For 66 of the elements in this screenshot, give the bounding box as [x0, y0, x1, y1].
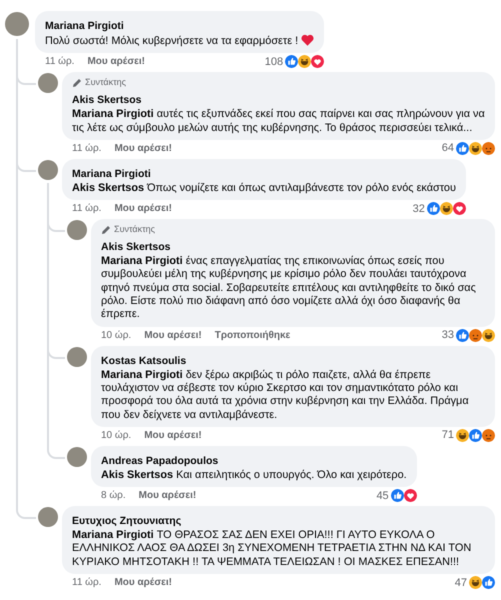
haha-reaction-icon[interactable]	[440, 202, 453, 216]
comment-text: Mariana Pirgioti αυτές τις εξυπνάδες εκεί που σας παίρνει και σας πληρώνουν για να τις λέτε ως σύμβουλο μελών αυτής της κυβέρνησης. Το θράσος περισσεύει τελικά...	[72, 108, 485, 134]
timestamp-link[interactable]: 11 ώρ.	[72, 577, 102, 588]
edited-label: Τροποποιήθηκε	[214, 330, 290, 341]
like-reaction-icon[interactable]	[469, 428, 482, 442]
pencil-icon	[72, 78, 82, 88]
like-button[interactable]: Μου αρέσει!	[138, 490, 196, 502]
reaction-count[interactable]: 108	[264, 56, 284, 68]
like-button[interactable]: Μου αρέσει!	[114, 203, 172, 214]
reaction-count[interactable]: 33	[442, 329, 454, 342]
timestamp-link[interactable]: 11 ώρ.	[72, 142, 102, 154]
avatar[interactable]	[5, 12, 29, 36]
reaction-count[interactable]: 47	[454, 576, 467, 589]
author-name[interactable]: Kostas Katsoulis	[101, 354, 186, 367]
comment-text: Πολύ σωστά! Μόλις κυβερνήσετε να τα εφαρμόσετε !	[45, 35, 298, 47]
timestamp-link[interactable]: 10 ώρ.	[101, 330, 132, 341]
haha-reaction-icon[interactable]	[298, 55, 312, 68]
timestamp-link[interactable]: 11 ώρ.	[45, 56, 74, 68]
author-name[interactable]: Andreas Papadopoulos	[101, 454, 218, 467]
author-name[interactable]: Mariana Pirgioti	[45, 20, 124, 32]
timestamp-link[interactable]: 11 ώρ.	[72, 203, 102, 214]
reaction-count[interactable]: 45	[376, 490, 389, 502]
reaction-count[interactable]: 71	[442, 429, 454, 442]
angry-reaction-icon[interactable]	[469, 328, 482, 342]
avatar[interactable]	[38, 507, 58, 528]
author-name[interactable]: Mariana Pirgioti	[72, 168, 151, 180]
love-reaction-icon[interactable]	[311, 55, 324, 68]
like-button[interactable]: Μου αρέσει!	[144, 430, 202, 441]
timestamp-link[interactable]: 10 ώρ.	[101, 430, 132, 441]
like-reaction-icon[interactable]	[285, 55, 298, 68]
love-reaction-icon[interactable]	[404, 489, 417, 502]
avatar[interactable]	[38, 73, 58, 94]
like-button[interactable]: Μου αρέσει!	[114, 142, 172, 154]
reaction-count[interactable]: 64	[442, 142, 454, 154]
avatar[interactable]	[67, 346, 87, 367]
haha-reaction-icon[interactable]	[482, 328, 495, 342]
like-reaction-icon[interactable]	[390, 489, 404, 502]
like-button[interactable]: Μου αρέσει!	[114, 577, 172, 588]
haha-reaction-icon[interactable]	[469, 142, 482, 155]
love-reaction-icon[interactable]	[452, 202, 466, 216]
reaction-count[interactable]: 32	[412, 202, 425, 215]
comment-text: Mariana Pirgioti δεν ξέρω ακριβώς τι ρόλο παιζετε, αλλά θα έπρεπε τουλάχιστον να σέβεστε τον κύριο Σκερτσο και τον σημαντικότατο ρόλο και προσφορά του όλα αυτά τα χρόνια στην κυβέρνηση και την Ελλάδα. Πράγμα που δεν δείχνετε να αντιλαμβάνεστε.	[101, 368, 469, 421]
author-name[interactable]: Akis Skertsos	[72, 94, 142, 106]
like-reaction-icon[interactable]	[426, 202, 440, 216]
like-reaction-icon[interactable]	[456, 142, 469, 155]
like-reaction-icon[interactable]	[482, 576, 495, 590]
comment-text: Mariana Pirgioti ΤΟ ΘΡΑΣΟΣ ΣΑΣ ΔΕΝ ΕΧΕΙ ΟΡΙΑ!!! ΓΙ ΑΥΤΟ ΕΥΚΟΛΑ Ο ΕΛΛΗΝΙΚΟΣ ΛΑΟΣ ΘΑ ΔΩΣΕΙ 3η ΣΥΝΕΧΟΜΕΝΗ ΤΕΤΡΑΕΤΙΑ ΣΤΗΝ ΝΔ ΚΑΙ ΤΟΝ ΚΥΡΙΑΚΟ ΜΗΤΣΟΤΑΚΗ !! ΤΑ ΨΕΜΜΑΤΑ ΤΕΛΕΙΩΣΑΝ ! ΟΙ ΜΑΣΚΕΣ ΕΠΕΣΑΝ!!!	[72, 529, 472, 568]
comment-text: Mariana Pirgioti ένας επαγγελματίας της επικοινωνίας όπως εσείς που συμβουλεύει μέλη της κυβέρνησης με κρίσιμο ρόλο δεν πουλάει ταυτόχρονα φτηνό πνεύμα στα social. Σοβαρευτείτε επιτέλους και αντιληφθείτε το δικό σας ρόλο. Είστε πολύ πιο διάφανη από όσο νομίζετε αλλά όχι όσο διαφανής θα έπρεπε.	[101, 255, 476, 320]
avatar[interactable]	[67, 220, 87, 240]
haha-reaction-icon[interactable]	[469, 576, 482, 590]
haha-reaction-icon[interactable]	[456, 428, 469, 442]
author-role-label: Συντάκτης	[85, 77, 126, 88]
comment-text: Akis Skertsos Όπως νομίζετε και όπως αντιλαμβάνεστε τον ρόλο ενός εκάστου	[72, 182, 456, 194]
comment-text: Akis Skertsos Και απειλητικός ο υπουργός. Όλο και χειρότερο.	[101, 468, 407, 481]
like-button[interactable]: Μου αρέσει!	[87, 56, 146, 68]
author-name[interactable]: Ευτυχιος Ζητουνιατης	[72, 515, 182, 528]
author-name[interactable]: Akis Skertsos	[101, 241, 170, 254]
avatar[interactable]	[67, 446, 87, 467]
like-reaction-icon[interactable]	[456, 328, 469, 342]
avatar[interactable]	[38, 160, 58, 180]
timestamp-link[interactable]: 8 ώρ.	[101, 490, 126, 502]
pencil-icon	[101, 224, 111, 235]
angry-reaction-icon[interactable]	[482, 142, 495, 155]
angry-reaction-icon[interactable]	[482, 428, 495, 442]
author-role-label: Συντάκτης	[114, 224, 156, 236]
like-button[interactable]: Μου αρέσει!	[144, 330, 202, 341]
